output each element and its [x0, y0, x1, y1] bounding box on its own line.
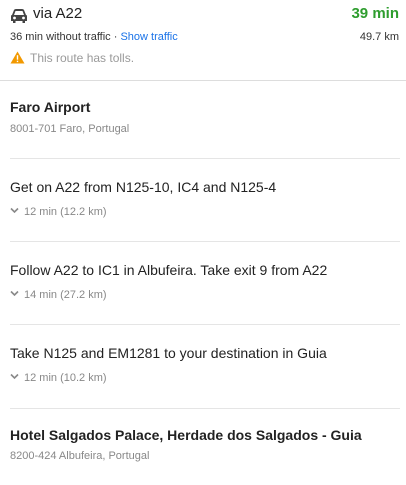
divider — [10, 241, 400, 242]
divider — [10, 324, 400, 325]
chevron-down-icon — [10, 373, 19, 380]
origin-address: 8001-701 Faro, Portugal — [10, 123, 130, 135]
route-duration: 39 min — [351, 5, 399, 22]
step-duration: 14 min (27.2 km) — [24, 289, 107, 301]
route-name: via A22 — [33, 5, 83, 22]
toll-warning-text: This route has tolls. — [30, 51, 135, 65]
route-distance: 49.7 km — [359, 31, 399, 43]
chevron-down-icon — [10, 290, 19, 297]
step-detail-toggle[interactable]: 12 min (12.2 km) — [10, 206, 107, 218]
step-detail-toggle[interactable]: 12 min (10.2 km) — [10, 372, 107, 384]
step-instruction[interactable]: Get on A22 from N125-10, IC4 and N125-4 — [10, 179, 276, 195]
step-duration: 12 min (10.2 km) — [24, 372, 107, 384]
destination-address: 8200-424 Albufeira, Portugal — [10, 450, 150, 462]
traffic-info: 36 min without traffic · Show traffic — [10, 31, 178, 43]
car-icon — [11, 9, 27, 23]
warning-icon — [10, 51, 25, 64]
divider — [10, 158, 400, 159]
destination-name: Hotel Salgados Palace, Herdade dos Salga… — [10, 427, 362, 443]
step-detail-toggle[interactable]: 14 min (27.2 km) — [10, 289, 107, 301]
divider — [0, 80, 406, 81]
without-traffic-text: 36 min without traffic — [10, 31, 111, 43]
step-instruction[interactable]: Take N125 and EM1281 to your destination… — [10, 345, 327, 361]
step-instruction[interactable]: Follow A22 to IC1 in Albufeira. Take exi… — [10, 262, 327, 278]
origin-name: Faro Airport — [10, 99, 91, 115]
route-summary: via A22 39 min 36 min without traffic · … — [0, 0, 406, 80]
chevron-down-icon — [10, 207, 19, 214]
divider — [10, 408, 400, 409]
step-duration: 12 min (12.2 km) — [24, 206, 107, 218]
show-traffic-link[interactable]: Show traffic — [120, 31, 177, 43]
separator: · — [110, 31, 121, 43]
